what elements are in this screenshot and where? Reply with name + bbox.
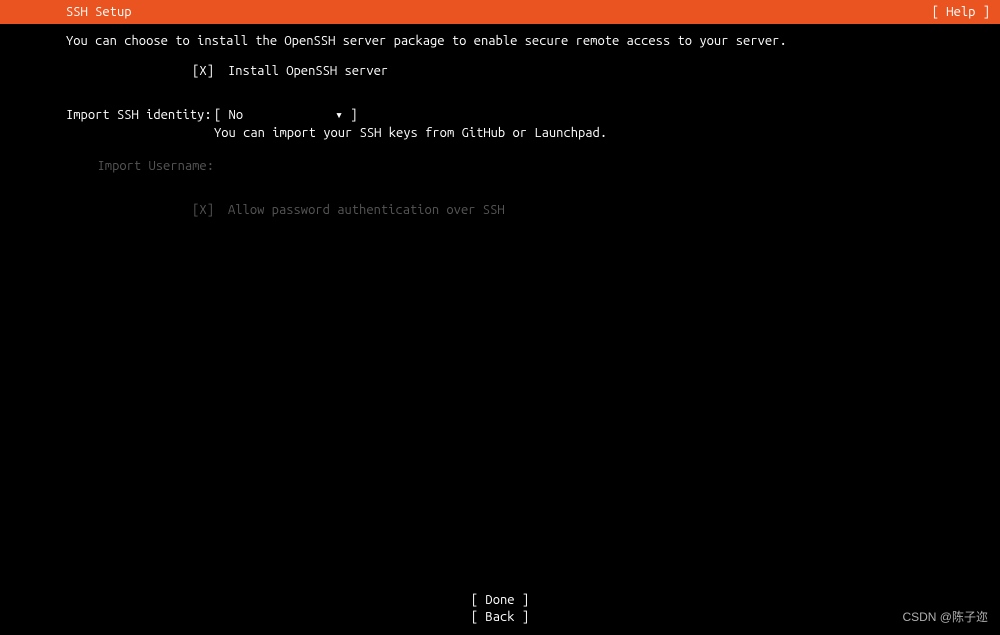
import-identity-row: Import SSH identity: [ No ▾ ] — [66, 106, 1000, 124]
import-identity-hint: You can import your SSH keys from GitHub… — [66, 124, 1000, 142]
allow-password-label: Allow password authentication over SSH — [214, 201, 505, 219]
header-bar: SSH Setup [ Help ] — [0, 0, 1000, 24]
import-identity-dropdown[interactable]: [ No ▾ ] — [214, 106, 358, 124]
done-button[interactable]: [ Done ] — [0, 592, 1000, 610]
allow-password-checkbox: [X] — [66, 201, 214, 219]
import-identity-value: [ No — [214, 108, 243, 122]
page-title: SSH Setup — [8, 5, 132, 19]
watermark-text: CSDN @陈子迩 — [902, 608, 988, 625]
back-button[interactable]: [ Back ] — [0, 609, 1000, 627]
intro-text: You can choose to install the OpenSSH se… — [66, 34, 1000, 48]
import-identity-label: Import SSH identity: — [66, 106, 214, 124]
install-openssh-row[interactable]: [X] Install OpenSSH server — [66, 62, 1000, 80]
import-username-label: Import Username: — [66, 157, 214, 175]
help-button[interactable]: [ Help ] — [932, 5, 992, 19]
chevron-down-icon: ▾ ] — [335, 108, 357, 122]
install-openssh-label: Install OpenSSH server — [214, 62, 388, 80]
import-username-row: Import Username: — [66, 157, 1000, 175]
content-area: You can choose to install the OpenSSH se… — [0, 24, 1000, 219]
allow-password-row: [X] Allow password authentication over S… — [66, 201, 1000, 219]
install-openssh-checkbox[interactable]: [X] — [66, 62, 214, 80]
footer-buttons: [ Done ] [ Back ] — [0, 592, 1000, 627]
